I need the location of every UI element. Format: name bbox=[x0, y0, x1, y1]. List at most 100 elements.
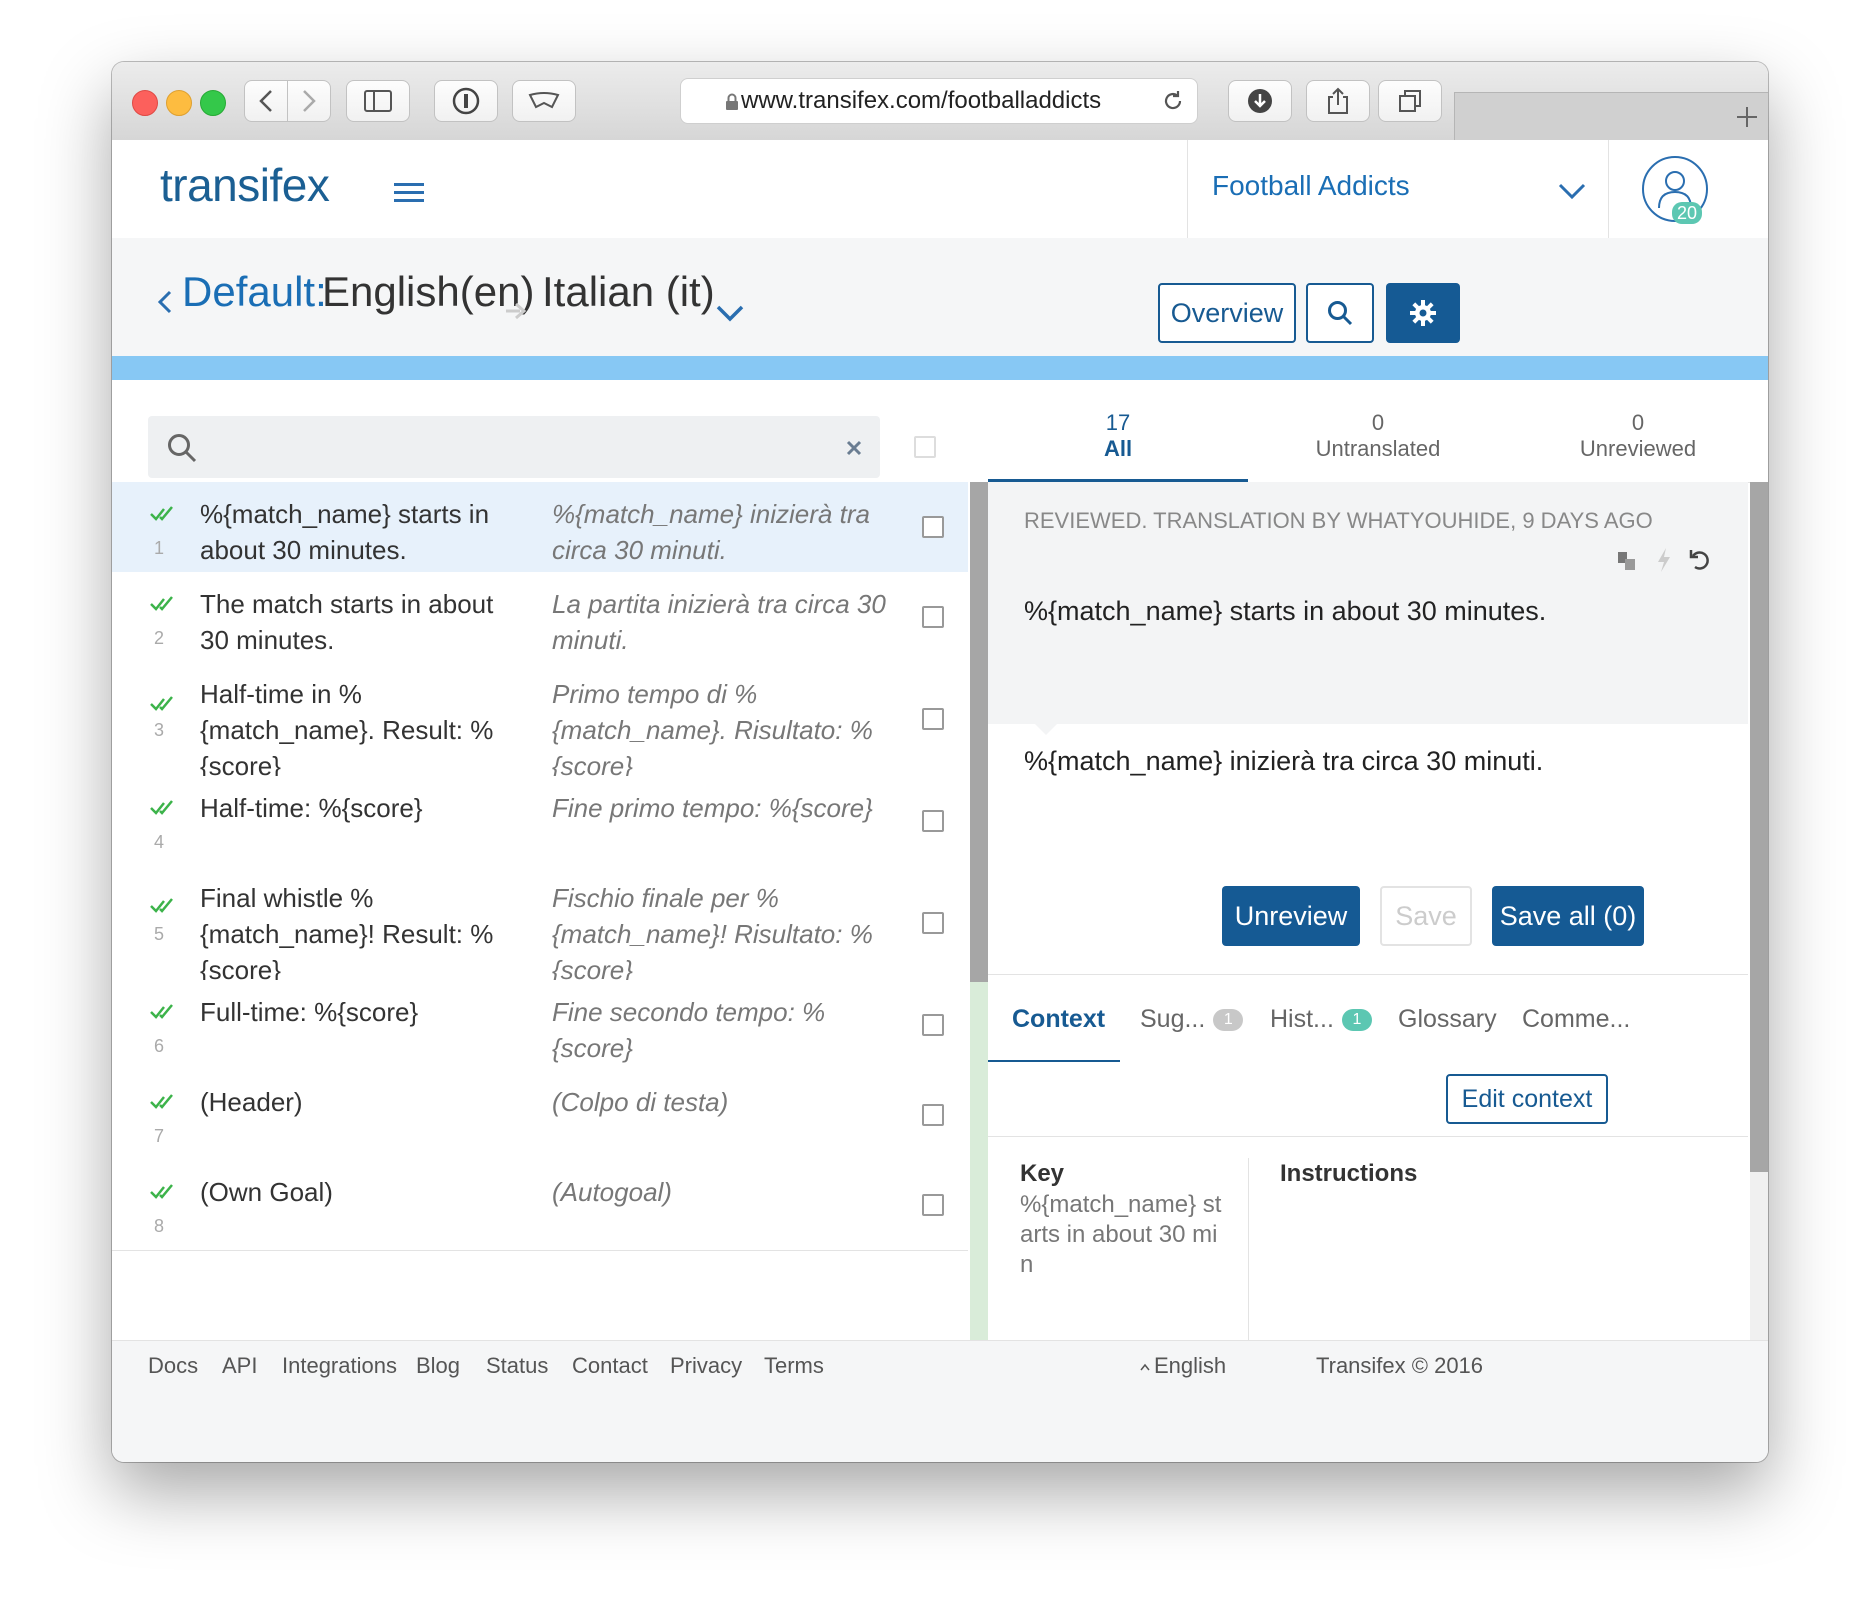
footer-status-link[interactable]: Status bbox=[486, 1353, 548, 1379]
string-row[interactable]: 5 Final whistle %{match_name}! Result: %… bbox=[112, 866, 968, 985]
string-search-field[interactable] bbox=[148, 416, 880, 478]
string-row[interactable]: 2 The match starts in about 30 minutes. … bbox=[112, 572, 968, 663]
unreview-button[interactable]: Unreview bbox=[1222, 886, 1360, 946]
untranslated-label: Untranslated bbox=[1315, 436, 1441, 461]
row-checkbox[interactable] bbox=[922, 708, 944, 730]
source-language: English(en) bbox=[322, 268, 535, 315]
clear-search-icon[interactable] bbox=[846, 440, 862, 456]
save-button[interactable]: Save bbox=[1380, 886, 1472, 946]
scrollbar-thumb[interactable] bbox=[970, 482, 988, 982]
key-value: %{match_name} starts in about 30 min bbox=[1020, 1191, 1222, 1278]
app-header: transifex Football Addicts 20 bbox=[112, 140, 1768, 239]
tab-history[interactable]: Hist... 1 bbox=[1270, 1005, 1372, 1034]
language-dropdown-icon[interactable] bbox=[716, 304, 744, 322]
back-chevron-icon[interactable] bbox=[158, 290, 172, 314]
footer-blog-link[interactable]: Blog bbox=[416, 1353, 460, 1379]
string-row[interactable]: 3 Half-time in %{match_name}. Result: %{… bbox=[112, 662, 968, 781]
string-row[interactable]: 7 (Header) (Colpo di testa) bbox=[112, 1070, 968, 1161]
footer-contact-link[interactable]: Contact bbox=[572, 1353, 648, 1379]
save-all-button[interactable]: Save all (0) bbox=[1492, 886, 1644, 946]
copy-source-icon[interactable] bbox=[1616, 550, 1638, 572]
footer-integrations-link[interactable]: Integrations bbox=[282, 1353, 397, 1379]
history-count-badge: 1 bbox=[1341, 1009, 1372, 1032]
row-checkbox[interactable] bbox=[922, 1194, 944, 1216]
avatar-badge: 20 bbox=[1672, 202, 1703, 224]
source-string: (Header) bbox=[200, 1087, 303, 1117]
undo-icon[interactable] bbox=[1688, 548, 1712, 572]
tabs-button[interactable] bbox=[1378, 80, 1442, 122]
chevron-right-icon bbox=[303, 90, 316, 112]
tab-glossary[interactable]: Glossary bbox=[1398, 1005, 1497, 1034]
editor-scrollbar[interactable] bbox=[1750, 482, 1768, 1340]
sidebar-button[interactable] bbox=[346, 80, 410, 122]
string-row[interactable]: 6 Full-time: %{score} Fine secondo tempo… bbox=[112, 980, 968, 1071]
share-button[interactable] bbox=[1306, 80, 1370, 122]
pointer-notch bbox=[1034, 723, 1058, 735]
arrow-right-icon bbox=[506, 302, 527, 320]
reader-button[interactable] bbox=[512, 80, 576, 122]
divider bbox=[988, 1136, 1748, 1137]
new-tab-icon[interactable] bbox=[1735, 105, 1759, 129]
scrollbar-thumb[interactable] bbox=[1750, 482, 1768, 1172]
row-checkbox[interactable] bbox=[922, 912, 944, 934]
tab-untranslated[interactable]: 0 Untranslated bbox=[1248, 410, 1508, 462]
footer-privacy-link[interactable]: Privacy bbox=[670, 1353, 742, 1379]
string-number: 1 bbox=[154, 538, 165, 558]
share-icon bbox=[1328, 87, 1348, 114]
address-bar[interactable]: www.transifex.com/footballaddicts bbox=[680, 78, 1198, 124]
tab-comments[interactable]: Comme... bbox=[1522, 1005, 1630, 1034]
string-row[interactable]: 8 (Own Goal) (Autogoal) bbox=[112, 1160, 968, 1251]
string-number: 8 bbox=[154, 1216, 165, 1236]
row-checkbox[interactable] bbox=[922, 1104, 944, 1126]
copyright: Transifex © 2016 bbox=[1316, 1353, 1484, 1378]
back-button[interactable] bbox=[244, 80, 288, 122]
tab-context[interactable]: Context bbox=[1012, 1005, 1105, 1034]
close-window-button[interactable] bbox=[132, 90, 158, 116]
minimize-window-button[interactable] bbox=[166, 90, 192, 116]
hamburger-menu-icon[interactable] bbox=[394, 182, 424, 204]
resource-link[interactable]: Default: bbox=[182, 268, 327, 316]
tab-suggestions[interactable]: Sug... 1 bbox=[1140, 1005, 1244, 1034]
maximize-window-button[interactable] bbox=[200, 90, 226, 116]
string-list-scrollbar[interactable] bbox=[970, 482, 988, 1340]
edit-context-button[interactable]: Edit context bbox=[1446, 1074, 1608, 1124]
all-label: All bbox=[1103, 436, 1133, 461]
footer-docs-link[interactable]: Docs bbox=[148, 1353, 198, 1379]
translation-string: Fine primo tempo: %{score} bbox=[552, 793, 873, 823]
reload-icon[interactable] bbox=[1161, 89, 1185, 113]
reviewed-check-icon bbox=[150, 696, 173, 711]
select-all-checkbox[interactable] bbox=[914, 436, 936, 458]
string-row[interactable]: 1 %{match_name} starts in about 30 minut… bbox=[112, 482, 968, 573]
password-button[interactable] bbox=[434, 80, 498, 122]
downloads-button[interactable] bbox=[1228, 80, 1292, 122]
source-string: %{match_name} starts in about 30 minutes… bbox=[200, 499, 490, 565]
row-checkbox[interactable] bbox=[922, 606, 944, 628]
footer-api-link[interactable]: API bbox=[222, 1353, 257, 1379]
source-text: %{match_name} starts in about 30 minutes… bbox=[1024, 596, 1547, 626]
translation-editor[interactable]: %{match_name} inizierà tra circa 30 minu… bbox=[988, 723, 1748, 974]
row-checkbox[interactable] bbox=[922, 810, 944, 832]
transifex-logo[interactable]: transifex bbox=[160, 158, 330, 212]
string-number: 6 bbox=[154, 1036, 165, 1056]
source-string: Final whistle %{match_name}! Result: %{s… bbox=[200, 883, 494, 985]
caret-up-icon bbox=[1140, 1363, 1150, 1371]
string-row[interactable]: 4 Half-time: %{score} Fine primo tempo: … bbox=[112, 776, 968, 867]
row-checkbox[interactable] bbox=[922, 516, 944, 538]
translation-string: (Autogoal) bbox=[552, 1177, 672, 1207]
translation-text[interactable]: %{match_name} inizierà tra circa 30 minu… bbox=[1024, 746, 1543, 777]
settings-button[interactable] bbox=[1386, 283, 1460, 343]
project-selector[interactable]: Football Addicts bbox=[1187, 140, 1609, 238]
lightning-icon[interactable] bbox=[1656, 548, 1672, 572]
tab-unreviewed[interactable]: 0 Unreviewed bbox=[1508, 410, 1768, 462]
user-avatar[interactable]: 20 bbox=[1642, 156, 1708, 224]
language-switcher[interactable]: English bbox=[1140, 1353, 1226, 1379]
tab-all[interactable]: 17 All bbox=[988, 410, 1248, 462]
source-string: Half-time in %{match_name}. Result: %{sc… bbox=[200, 679, 494, 781]
string-list: 1 %{match_name} starts in about 30 minut… bbox=[112, 482, 968, 1340]
footer-terms-link[interactable]: Terms bbox=[764, 1353, 824, 1379]
overview-button[interactable]: Overview bbox=[1158, 283, 1296, 343]
row-checkbox[interactable] bbox=[922, 1014, 944, 1036]
forward-button[interactable] bbox=[287, 80, 331, 122]
key-label: Key bbox=[1020, 1160, 1065, 1187]
search-button[interactable] bbox=[1306, 283, 1374, 343]
